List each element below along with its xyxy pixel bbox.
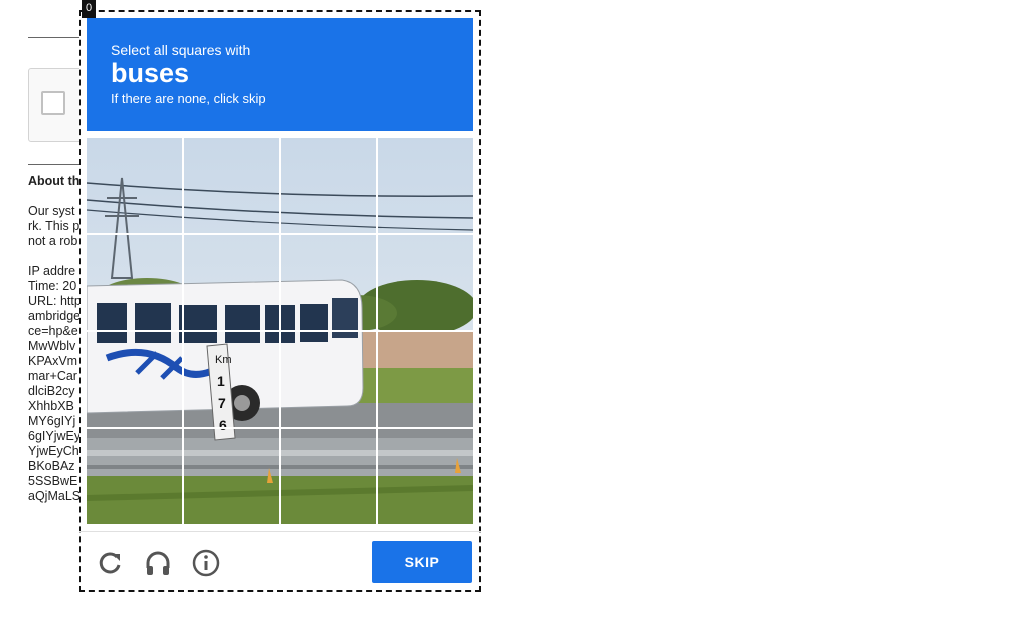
grid-tile[interactable]	[87, 235, 182, 330]
skip-button[interactable]: SKIP	[372, 541, 472, 583]
grid-tile[interactable]	[378, 235, 473, 330]
grid-line	[87, 427, 473, 429]
grid-tile[interactable]	[184, 138, 279, 233]
grid-tile[interactable]	[184, 429, 279, 524]
grid-tile[interactable]	[87, 429, 182, 524]
grid-tile[interactable]	[281, 138, 376, 233]
challenge-header: Select all squares with buses If there a…	[87, 18, 473, 131]
challenge-hint: If there are none, click skip	[111, 91, 266, 106]
grid-tile[interactable]	[378, 138, 473, 233]
grid-tile[interactable]	[184, 332, 279, 427]
headphones-icon[interactable]	[143, 548, 173, 578]
element-index-tag: 0	[82, 0, 96, 18]
grid-tile[interactable]	[281, 332, 376, 427]
reload-icon[interactable]	[95, 548, 125, 578]
image-grid: Km 1 7 6	[87, 138, 473, 524]
grid-tile[interactable]	[87, 138, 182, 233]
grid-tile[interactable]	[87, 332, 182, 427]
challenge-instruction: Select all squares with	[111, 42, 251, 58]
challenge-footer-divider	[79, 531, 481, 532]
recaptcha-checkbox[interactable]	[41, 91, 65, 115]
grid-tile[interactable]	[378, 429, 473, 524]
grid-tile[interactable]	[378, 332, 473, 427]
info-icon[interactable]	[191, 548, 221, 578]
grid-line	[87, 233, 473, 235]
grid-tile[interactable]	[184, 235, 279, 330]
challenge-target-word: buses	[111, 58, 190, 88]
grid-tile[interactable]	[281, 235, 376, 330]
grid-tile[interactable]	[281, 429, 376, 524]
grid-line	[87, 330, 473, 332]
